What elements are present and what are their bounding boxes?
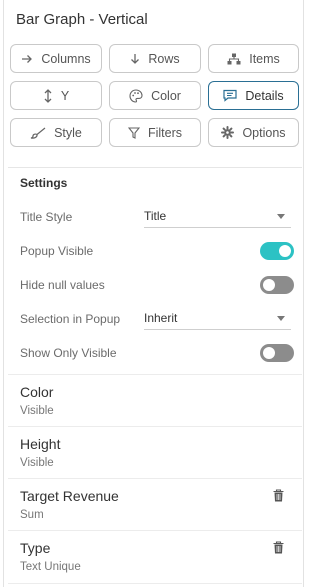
toggle-knob [279,245,291,257]
items-label: Items [249,51,280,66]
settings-panel: Bar Graph - Vertical Columns Rows Items … [3,0,304,587]
list-item-target-revenue[interactable]: Target Revenue Sum [8,478,302,530]
y-button[interactable]: Y [10,81,102,110]
filters-button[interactable]: Filters [109,118,201,147]
columns-label: Columns [41,51,91,66]
style-label: Style [54,125,82,140]
list-item-color[interactable]: Color Visible [8,374,302,426]
settings-section: Settings Title Style Title Popup Visible… [8,167,302,375]
filters-label: Filters [147,125,183,140]
panel-title: Bar Graph - Vertical [16,11,148,28]
brush-icon [30,127,46,139]
item-aggregation: Visible [20,405,54,417]
item-name: Type [20,540,51,556]
toggle-knob [263,279,275,291]
arrow-down-icon [130,53,140,65]
hide-null-label: Hide null values [20,278,105,292]
popup-visible-label: Popup Visible [20,244,94,258]
selection-in-popup-label: Selection in Popup [20,312,121,326]
details-label: Details [245,88,284,103]
comment-icon [223,89,237,102]
list-item-height[interactable]: Height Visible [8,426,302,478]
style-button[interactable]: Style [10,118,102,147]
item-aggregation: Visible [20,457,54,469]
vertical-arrows-icon [43,88,53,103]
item-aggregation: Text Unique [20,561,81,573]
options-label: Options [242,125,286,140]
color-button[interactable]: Color [109,81,201,110]
item-name: Height [20,436,61,452]
color-label: Color [151,88,181,103]
gear-icon [221,126,235,139]
y-label: Y [60,88,70,103]
hide-null-toggle[interactable] [260,276,294,294]
options-button[interactable]: Options [208,118,299,147]
show-only-visible-toggle[interactable] [260,344,294,362]
details-button[interactable]: Details [208,81,299,110]
hierarchy-icon [227,53,241,65]
item-aggregation: Sum [20,509,44,521]
trash-icon[interactable] [273,489,284,507]
settings-heading: Settings [20,176,68,190]
title-style-label: Title Style [20,210,73,224]
arrow-right-icon [21,54,33,64]
items-button[interactable]: Items [208,44,299,73]
popup-visible-toggle[interactable] [260,242,294,260]
selection-in-popup-value: Inherit [144,311,178,325]
show-only-visible-label: Show Only Visible [20,346,117,360]
title-style-value: Title [144,209,167,223]
rows-button[interactable]: Rows [109,44,201,73]
columns-button[interactable]: Columns [10,44,102,73]
list-item-type[interactable]: Type Text Unique [8,530,302,584]
title-style-select[interactable]: Title [144,206,291,228]
toggle-knob [263,347,275,359]
filter-icon [127,126,140,139]
item-name: Color [20,384,54,400]
trash-icon[interactable] [273,541,284,559]
selection-in-popup-select[interactable]: Inherit [144,308,291,330]
chevron-down-icon [277,214,285,219]
item-name: Target Revenue [20,488,119,504]
chevron-down-icon [277,316,285,321]
rows-label: Rows [148,51,180,66]
palette-icon [129,88,143,103]
